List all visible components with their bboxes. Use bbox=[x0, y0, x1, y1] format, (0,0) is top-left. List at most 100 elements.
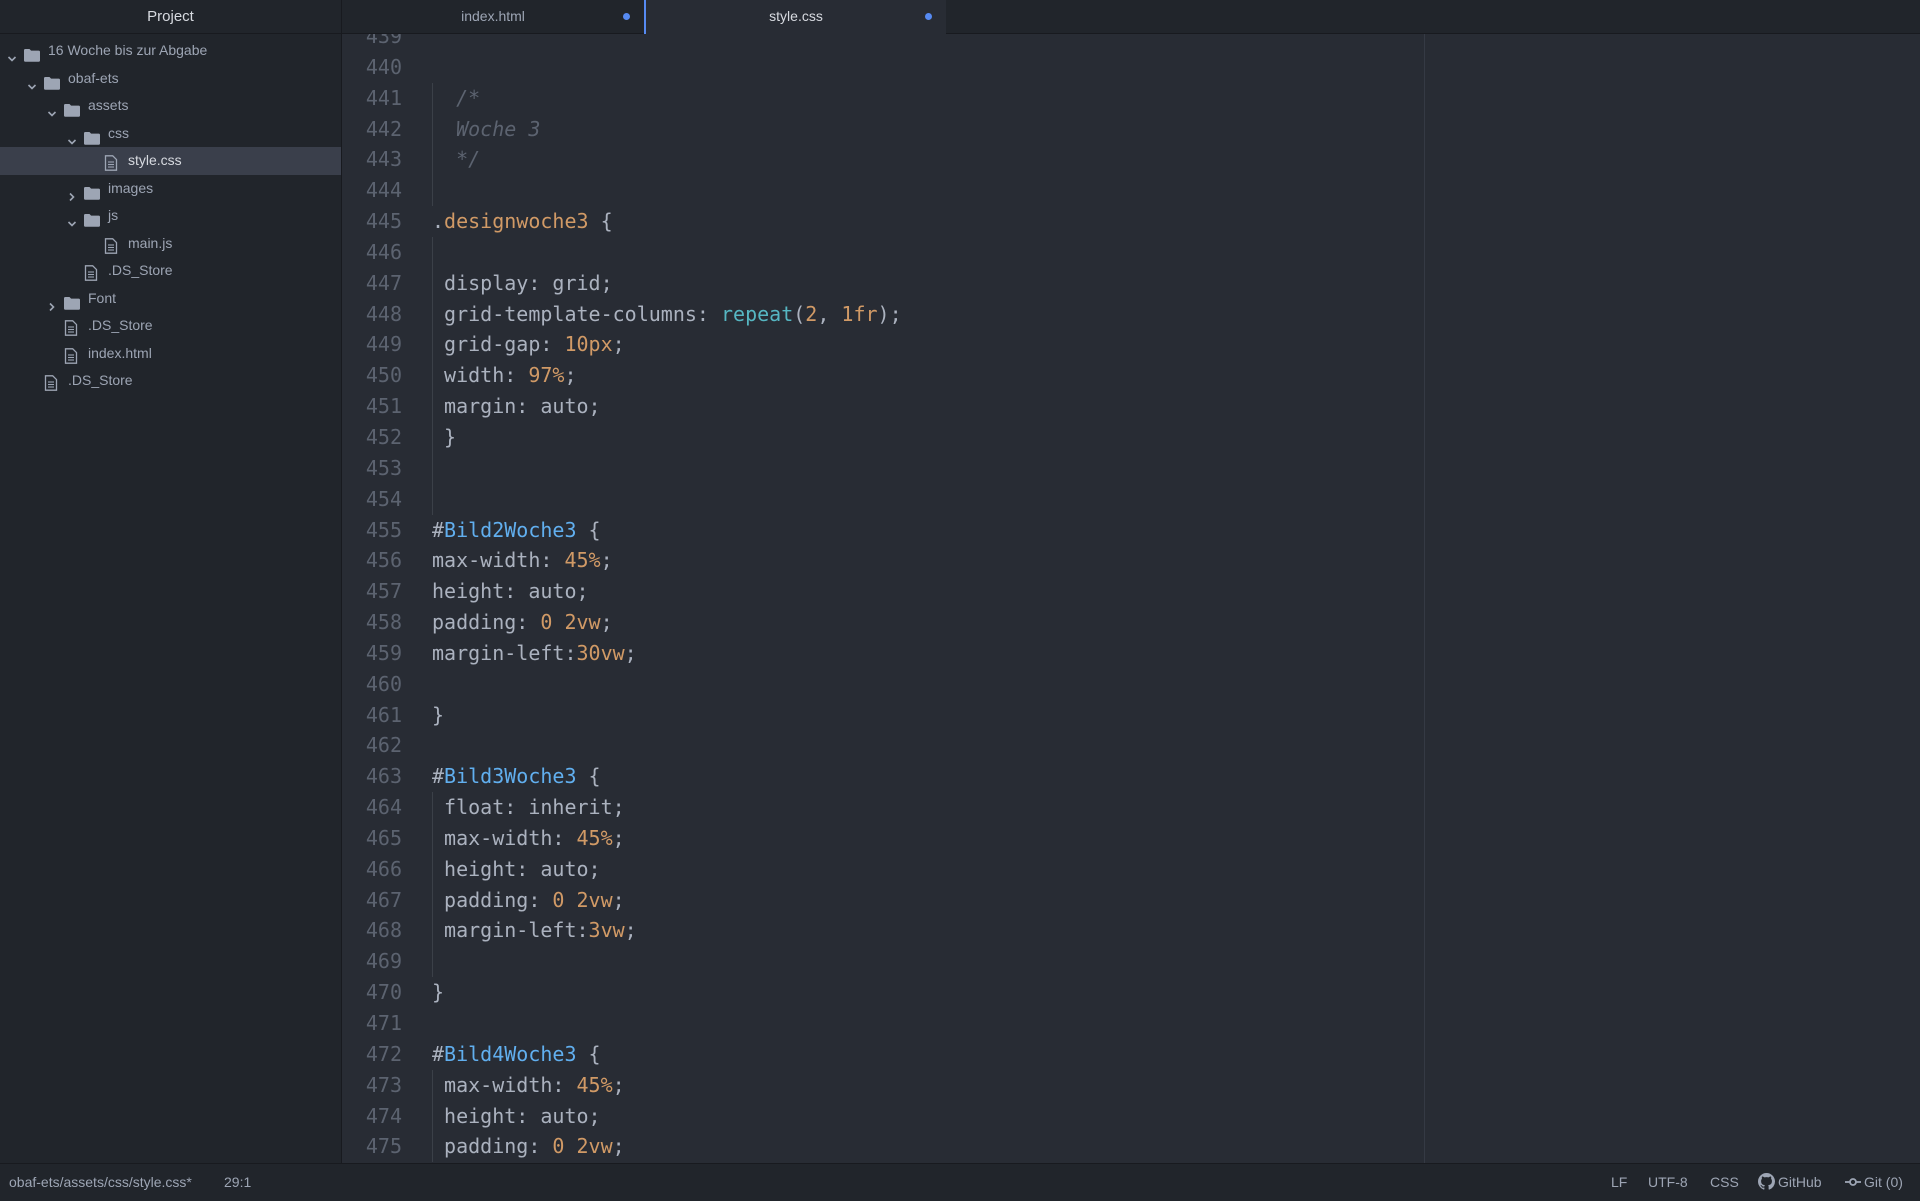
chevron-right-icon[interactable] bbox=[67, 184, 77, 201]
folder-icon bbox=[84, 127, 100, 145]
code-token: ; bbox=[564, 363, 577, 388]
code-line[interactable]: 441 /* bbox=[342, 82, 1920, 114]
encoding[interactable]: UTF-8 bbox=[1648, 1164, 1688, 1201]
tree-item-label: .DS_Store bbox=[68, 372, 133, 388]
code-line[interactable]: 457 height: auto; bbox=[342, 576, 1920, 607]
chevron-down-icon[interactable] bbox=[67, 129, 77, 145]
tree-file[interactable]: main.js bbox=[0, 230, 341, 258]
line-source: padding: 0 2vw; bbox=[432, 1131, 625, 1162]
line-number: 441 bbox=[365, 85, 402, 110]
line-number: 453 bbox=[365, 455, 402, 480]
code-line[interactable]: 460 bbox=[342, 669, 1920, 700]
file-path[interactable]: obaf-ets/assets/css/style.css* bbox=[9, 1164, 192, 1201]
tree-folder[interactable]: Font bbox=[0, 285, 341, 313]
code-line[interactable]: 471 bbox=[342, 1008, 1920, 1039]
code-line[interactable]: 439 bbox=[342, 34, 1920, 52]
code-line[interactable]: 467 padding: 0 2vw; bbox=[342, 884, 1920, 916]
code-token: repeat bbox=[720, 301, 794, 326]
line-number: 461 bbox=[365, 702, 402, 727]
code-line[interactable]: 474 height: auto; bbox=[342, 1100, 1920, 1132]
code-line[interactable]: 466 height: auto; bbox=[342, 853, 1920, 885]
code-line[interactable]: 464 float: inherit; bbox=[342, 792, 1920, 823]
chevron-down-icon[interactable] bbox=[47, 101, 57, 117]
code-line[interactable]: 451 margin: auto; bbox=[342, 391, 1920, 422]
code-token: display: grid; bbox=[432, 270, 613, 295]
code-line[interactable]: 475 padding: 0 2vw; bbox=[342, 1131, 1920, 1163]
code-token: */ bbox=[432, 147, 481, 172]
code-line[interactable]: 473 max-width: 45%; bbox=[342, 1069, 1920, 1101]
chevron-right-icon[interactable] bbox=[47, 294, 57, 311]
code-token: 2vw bbox=[576, 1134, 613, 1159]
line-number: 463 bbox=[365, 764, 402, 789]
code-editor[interactable]: 439 440 441 /* 442 Woche 3 443 */444 445 .desi… bbox=[342, 34, 1920, 1163]
line-number: 467 bbox=[365, 887, 402, 912]
code-line[interactable]: 452 } bbox=[342, 421, 1920, 453]
indent-guide bbox=[432, 946, 433, 978]
tree-file[interactable]: index.html bbox=[0, 340, 341, 368]
code-token: ; bbox=[612, 1072, 625, 1097]
code-token: 2vw bbox=[564, 610, 601, 635]
line-number: 469 bbox=[365, 949, 402, 974]
code-token: 45% bbox=[564, 548, 601, 573]
tree-file[interactable]: style.css bbox=[0, 147, 341, 175]
code-line[interactable]: 470} bbox=[342, 977, 1920, 1008]
code-line[interactable]: 461} bbox=[342, 700, 1920, 731]
tab-style-css[interactable]: style.css bbox=[644, 0, 946, 34]
code-line[interactable]: 456 max-width: 45%; bbox=[342, 545, 1920, 576]
code-line[interactable]: 458 padding: 0 2vw; bbox=[342, 607, 1920, 638]
code-line[interactable]: 472 #Bild4Woche3 { bbox=[342, 1039, 1920, 1070]
code-token: ; bbox=[612, 332, 625, 357]
git-button[interactable]: Git (0) bbox=[1845, 1164, 1903, 1201]
code-line[interactable]: 465 max-width: 45%; bbox=[342, 822, 1920, 854]
github-icon bbox=[1758, 1173, 1775, 1190]
code-line[interactable]: 449 grid-gap: 10px; bbox=[342, 329, 1920, 361]
tree-item-label: 16 Woche bis zur Abgabe bbox=[48, 42, 208, 58]
line-source: height: auto; bbox=[432, 1101, 601, 1132]
code-line[interactable]: 454 bbox=[342, 483, 1920, 515]
tree-folder[interactable]: assets bbox=[0, 92, 341, 120]
tree-folder[interactable]: css bbox=[0, 120, 341, 148]
code-line[interactable]: 462 bbox=[342, 730, 1920, 761]
grammar[interactable]: CSS bbox=[1710, 1164, 1739, 1201]
tree-folder[interactable]: images bbox=[0, 175, 341, 203]
line-number: 457 bbox=[365, 579, 402, 604]
line-number: 462 bbox=[365, 733, 402, 758]
code-line[interactable]: 468 margin-left:3vw; bbox=[342, 915, 1920, 947]
code-line[interactable]: 450 width: 97%; bbox=[342, 360, 1920, 392]
code-line[interactable]: 447 display: grid; bbox=[342, 267, 1920, 299]
code-line[interactable]: 469 bbox=[342, 946, 1920, 978]
code-line[interactable]: 448 grid-template-columns: repeat(2, 1fr… bbox=[342, 298, 1920, 330]
chevron-down-icon[interactable] bbox=[27, 74, 37, 90]
tree-file[interactable]: .DS_Store bbox=[0, 312, 341, 340]
chevron-down-icon[interactable] bbox=[7, 46, 17, 62]
line-source: margin-left:30vw; bbox=[432, 638, 637, 669]
code-line[interactable]: 446 bbox=[342, 236, 1920, 268]
tree-folder[interactable]: js bbox=[0, 202, 341, 230]
tree-folder[interactable]: obaf-ets bbox=[0, 65, 341, 93]
line-number: 452 bbox=[365, 424, 402, 449]
code-line[interactable]: 443 */ bbox=[342, 144, 1920, 176]
code-line[interactable]: 444 bbox=[342, 175, 1920, 207]
line-ending[interactable]: LF bbox=[1611, 1164, 1627, 1201]
code-line[interactable]: 459 margin-left:30vw; bbox=[342, 638, 1920, 669]
tree-file[interactable]: .DS_Store bbox=[0, 367, 341, 395]
code-token: width: bbox=[432, 363, 529, 388]
code-line[interactable]: 442 Woche 3 bbox=[342, 113, 1920, 145]
code-token: { bbox=[588, 209, 613, 234]
code-line[interactable]: 453 bbox=[342, 452, 1920, 484]
code-line[interactable]: 445 .designwoche3 { bbox=[342, 206, 1920, 237]
github-button[interactable]: GitHub bbox=[1758, 1164, 1822, 1201]
cursor-position[interactable]: 29:1 bbox=[224, 1164, 251, 1201]
code-line[interactable]: 463 #Bild3Woche3 { bbox=[342, 761, 1920, 792]
line-number: 456 bbox=[365, 548, 402, 573]
line-number: 464 bbox=[365, 795, 402, 820]
tree-folder[interactable]: 16 Woche bis zur Abgabe bbox=[0, 37, 341, 65]
chevron-down-icon[interactable] bbox=[67, 211, 77, 227]
tree-file[interactable]: .DS_Store bbox=[0, 257, 341, 285]
code-line[interactable]: 440 bbox=[342, 52, 1920, 83]
tab-index-html[interactable]: index.html bbox=[342, 0, 644, 33]
line-number: 468 bbox=[365, 918, 402, 943]
code-line[interactable]: 455 #Bild2Woche3 { bbox=[342, 515, 1920, 546]
code-token: designwoche3 bbox=[444, 209, 589, 234]
